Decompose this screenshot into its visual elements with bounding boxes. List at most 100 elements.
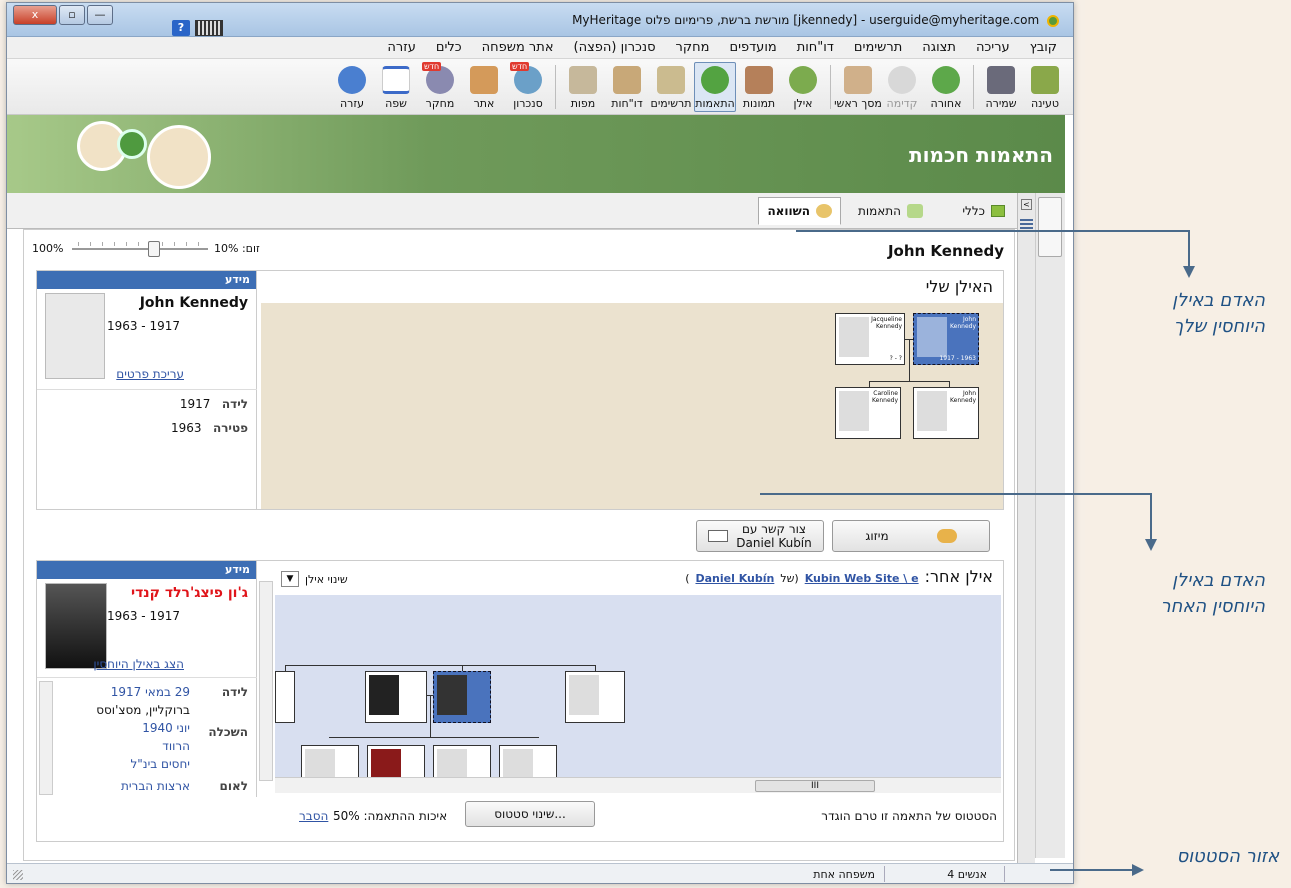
tree-connector xyxy=(595,665,596,671)
toolbar-back-button[interactable]: אחורה xyxy=(925,62,967,112)
close-button[interactable]: x xyxy=(13,5,57,25)
menu-charts[interactable]: תרשימים xyxy=(844,40,912,55)
tab-compare[interactable]: השוואה xyxy=(758,197,841,225)
zoom-max-label: 100% xyxy=(32,242,64,255)
contact-envelope-icon xyxy=(708,530,729,542)
photos-icon xyxy=(745,66,773,94)
person-box-sibling[interactable] xyxy=(565,671,625,723)
resize-grip-icon[interactable] xyxy=(13,870,23,880)
menu-family-site[interactable]: אתר משפחה xyxy=(472,40,564,55)
home-icon xyxy=(844,66,872,94)
zoom-slider-knob[interactable] xyxy=(148,241,160,257)
toolbar-language-button[interactable]: שפה xyxy=(375,62,417,112)
person-name: ג'ון פיצג'רלד קנדי xyxy=(130,585,248,601)
save-disk-icon xyxy=(987,66,1015,94)
toolbar-maps-button[interactable]: מפות xyxy=(562,62,604,112)
annotation-my-tree: האדם באילן היוחסין שלך xyxy=(1172,290,1265,337)
toolbar-photos-button[interactable]: תמונות xyxy=(738,62,780,112)
change-tree-control[interactable]: שינוי אילן ▼ xyxy=(281,571,348,587)
change-status-button[interactable]: ...שינוי סטטוס xyxy=(465,801,595,827)
facts-scrollbar[interactable] xyxy=(39,681,53,795)
family-site-icon xyxy=(470,66,498,94)
side-panel-strip[interactable]: < xyxy=(1017,193,1035,863)
toolbar-research-button[interactable]: חדש מחקר xyxy=(419,62,461,112)
toolbar-forward-button[interactable]: קדימה xyxy=(881,62,923,112)
map-icon xyxy=(569,66,597,94)
general-icon xyxy=(991,205,1005,217)
toolbar-tree-button[interactable]: אילן xyxy=(782,62,824,112)
person-silhouette-icon xyxy=(45,293,105,379)
merge-button[interactable]: מיזוג xyxy=(832,520,990,552)
quick-help-icon[interactable]: ? xyxy=(172,20,190,36)
merge-icon xyxy=(936,529,957,543)
zoom-label: זום: 10% xyxy=(214,242,260,255)
minimize-button[interactable]: — xyxy=(87,5,113,25)
menu-tools[interactable]: כלים xyxy=(426,40,472,55)
contact-button[interactable]: צור קשר עם Daniel Kubín xyxy=(696,520,824,552)
menu-favorites[interactable]: מועדפים xyxy=(719,40,786,55)
person-silhouette-icon xyxy=(569,675,599,715)
explain-link[interactable]: הסבר xyxy=(299,809,328,823)
person-box-john-jr[interactable]: John Kennedy xyxy=(913,387,979,439)
tree-icon xyxy=(789,66,817,94)
main-vertical-scrollbar[interactable] xyxy=(1035,193,1065,858)
menu-file[interactable]: קובץ xyxy=(1020,40,1067,55)
tree-connector xyxy=(285,665,595,666)
person-silhouette-icon xyxy=(917,317,947,357)
menu-sync[interactable]: סנכרון (הפצה) xyxy=(564,40,666,55)
birth-date: 29 במאי 1917 xyxy=(110,685,190,699)
my-tree-title: האילן שלי xyxy=(925,277,993,296)
tab-matches[interactable]: התאמות xyxy=(850,197,931,225)
person-box-caroline[interactable]: Caroline Kennedy xyxy=(835,387,901,439)
dropdown-arrow-icon[interactable]: ▼ xyxy=(281,571,299,587)
site-link[interactable]: Kubin Web Site \ e xyxy=(805,572,919,585)
research-icon: חדש xyxy=(422,62,454,94)
collapse-arrow-icon[interactable]: < xyxy=(1021,199,1032,210)
toolbar-home-button[interactable]: מסך ראשי xyxy=(834,62,882,112)
menu-bar: קובץ עריכה תצוגה תרשימים דו"חות מועדפים … xyxy=(7,37,1073,59)
menu-reports[interactable]: דו"חות xyxy=(787,40,844,55)
tab-general[interactable]: כללי xyxy=(954,197,1013,225)
toolbar-save-button[interactable]: שמירה xyxy=(980,62,1022,112)
toolbar-reports-button[interactable]: דו"חות xyxy=(606,62,648,112)
keyboard-icon[interactable] xyxy=(195,20,223,36)
show-in-tree-link[interactable]: הצג באילן היוחסין xyxy=(93,657,184,671)
toolbar-load-button[interactable]: טעינה xyxy=(1024,62,1066,112)
person-box-john-selected[interactable]: John Kennedy 1917 - 1963 xyxy=(913,313,979,365)
person-box-jacqueline[interactable] xyxy=(365,671,427,723)
scroll-thumb[interactable] xyxy=(1038,197,1062,257)
person-box-jacqueline[interactable]: Jacqueline Kennedy ? - ? xyxy=(835,313,905,365)
callout-line-my-tree-vertical xyxy=(1188,230,1190,266)
person-years: 1963 - 1917 xyxy=(106,609,180,623)
maximize-button[interactable]: ▫ xyxy=(59,5,85,25)
help-icon xyxy=(338,66,366,94)
toolbar-site-button[interactable]: אתר xyxy=(463,62,505,112)
menu-help[interactable]: עזרה xyxy=(377,40,425,55)
zoom-slider-track[interactable] xyxy=(72,248,208,250)
toolbar-sync-button[interactable]: חדש סנכרון xyxy=(507,62,549,112)
owner-link[interactable]: Daniel Kubín xyxy=(695,572,774,585)
toolbar-matches-button[interactable]: התאמות xyxy=(694,62,736,112)
callout-arrow-status xyxy=(1132,864,1144,876)
toolbar-help-button[interactable]: עזרה xyxy=(331,62,373,112)
birth-fact: לידה xyxy=(221,685,248,699)
menu-edit[interactable]: עריכה xyxy=(966,40,1020,55)
new-badge: חדש xyxy=(510,62,530,71)
info-scroll-right[interactable] xyxy=(259,581,273,781)
callout-arrow-other-tree xyxy=(1145,539,1157,551)
tree-horizontal-scrollbar[interactable]: III xyxy=(275,777,1001,793)
hscroll-thumb[interactable]: III xyxy=(755,780,875,792)
callout-line-other-tree xyxy=(760,493,1150,495)
person-box-partial[interactable] xyxy=(275,671,295,723)
toolbar-charts-button[interactable]: תרשימים xyxy=(650,62,692,112)
menu-view[interactable]: תצוגה xyxy=(912,40,966,55)
israel-flag-icon xyxy=(382,66,410,94)
other-tree-canvas[interactable] xyxy=(275,595,1001,791)
annotation-status-area: אזור הסטטוס xyxy=(1176,846,1279,867)
person-box-jfk-selected[interactable] xyxy=(433,671,491,723)
matches-icon xyxy=(907,204,923,218)
other-tree-panel: מידע ג'ון פיצג'רלד קנדי 1963 - 1917 הצג … xyxy=(36,560,1004,842)
menu-research[interactable]: מחקר xyxy=(666,40,720,55)
edit-details-link[interactable]: עריכת פרטים xyxy=(116,367,184,381)
my-tree-canvas[interactable]: Jacqueline Kennedy ? - ? John Kennedy 19… xyxy=(261,303,1003,509)
